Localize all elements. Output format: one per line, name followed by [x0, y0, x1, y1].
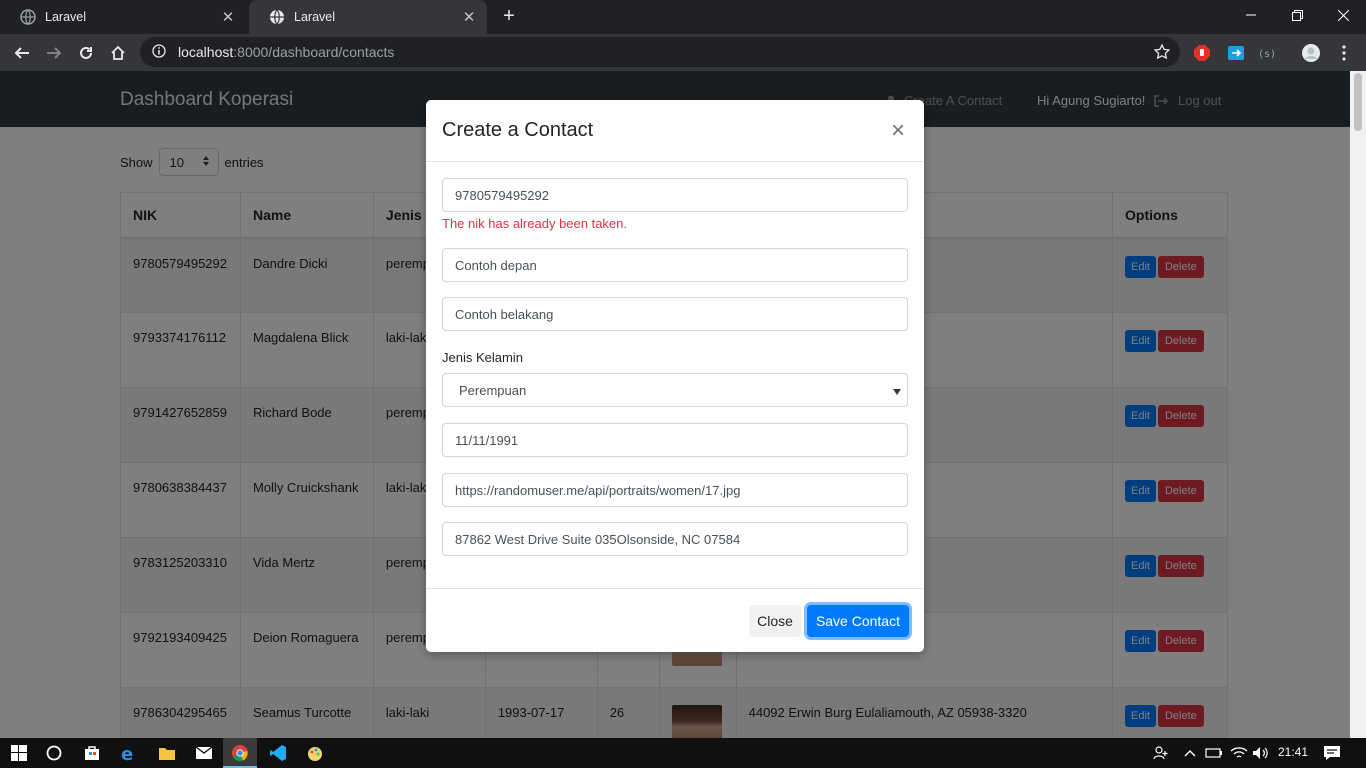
star-icon[interactable] [1153, 43, 1171, 63]
modal-header: Create a Contact × [426, 100, 924, 162]
browser-toolbar: localhost:8000/dashboard/contacts (s) [0, 34, 1366, 71]
chrome-icon[interactable] [230, 743, 250, 763]
birthdate-field[interactable]: 11/11/1991 [442, 423, 908, 457]
first-name-field[interactable]: Contoh depan [442, 248, 908, 282]
modal-title: Create a Contact [442, 119, 594, 141]
new-tab-button[interactable]: + [498, 5, 520, 29]
gender-label: Jenis Kelamin [442, 350, 523, 365]
info-icon[interactable] [152, 43, 166, 61]
people-icon[interactable] [1151, 743, 1171, 763]
extension-icon[interactable]: (s) [1256, 43, 1276, 63]
url-path: :8000/dashboard/contacts [233, 44, 395, 60]
paint-icon[interactable] [305, 743, 325, 763]
page-scrollbar[interactable] [1350, 71, 1366, 738]
close-window-icon[interactable] [1320, 0, 1366, 30]
tab-title: Laravel [294, 10, 335, 24]
minimize-icon[interactable] [1228, 0, 1274, 30]
tab-title: Laravel [45, 10, 86, 24]
translate-icon[interactable] [1226, 43, 1246, 63]
system-clock[interactable]: 21:41 [1278, 745, 1308, 759]
modal-footer: Close Save Contact [426, 588, 924, 652]
battery-icon[interactable] [1204, 743, 1224, 763]
close-tab-icon[interactable]: ✕ [220, 8, 236, 26]
forward-icon[interactable] [43, 42, 65, 64]
url-text: localhost:8000/dashboard/contacts [178, 44, 394, 60]
browser-tab-1[interactable]: Laravel ✕ [0, 0, 246, 34]
mail-icon[interactable] [194, 743, 214, 763]
wifi-icon[interactable] [1229, 743, 1249, 763]
reload-icon[interactable] [75, 42, 97, 64]
action-center-icon[interactable] [1322, 743, 1342, 763]
nik-field[interactable]: 9780579495292 [442, 178, 908, 212]
save-contact-button[interactable]: Save Contact [806, 604, 909, 637]
store-icon[interactable] [82, 743, 102, 763]
back-icon[interactable] [11, 42, 33, 64]
address-bar[interactable]: localhost:8000/dashboard/contacts [140, 37, 1180, 67]
menu-dots-icon[interactable] [1334, 43, 1354, 63]
globe-icon [269, 9, 285, 25]
home-icon[interactable] [107, 42, 129, 64]
browser-tabstrip: Laravel ✕ Laravel ✕ + [0, 0, 1366, 34]
close-icon[interactable]: × [888, 118, 908, 142]
gender-selected-value: Perempuan [459, 382, 527, 398]
volume-icon[interactable] [1251, 743, 1271, 763]
modal-body: 9780579495292 The nik has already been t… [426, 162, 924, 556]
url-host: localhost [178, 44, 234, 60]
globe-icon [20, 9, 36, 25]
nik-error-message: The nik has already been taken. [442, 216, 628, 231]
address-field[interactable]: 87862 West Drive Suite 035Olsonside, NC … [442, 522, 908, 556]
cortana-icon[interactable] [44, 743, 64, 763]
svg-text:e: e [121, 744, 133, 762]
windows-taskbar: e 21:41 [0, 738, 1366, 768]
photo-url-field[interactable]: https://randomuser.me/api/portraits/wome… [442, 473, 908, 507]
gender-select[interactable]: Perempuan [442, 373, 908, 407]
svg-text:(s): (s) [1258, 49, 1275, 60]
vscode-icon[interactable] [268, 743, 288, 763]
caret-down-icon [893, 383, 901, 398]
file-explorer-icon[interactable] [157, 743, 177, 763]
chevron-up-icon[interactable] [1180, 743, 1200, 763]
scrollbar-thumb[interactable] [1354, 73, 1362, 131]
last-name-field[interactable]: Contoh belakang [442, 297, 908, 331]
create-contact-modal: Create a Contact × 9780579495292 The nik… [426, 100, 924, 652]
close-tab-icon[interactable]: ✕ [461, 8, 477, 26]
windows-start-icon[interactable] [9, 743, 29, 763]
edge-icon[interactable]: e [119, 743, 139, 763]
browser-tab-2[interactable]: Laravel ✕ [249, 0, 487, 34]
close-button[interactable]: Close [749, 604, 801, 637]
adblock-icon[interactable] [1192, 43, 1212, 63]
restore-icon[interactable] [1274, 0, 1320, 30]
profile-avatar-icon[interactable] [1301, 43, 1321, 63]
page-content: Dashboard Koperasi Create A Contact Hi A… [0, 71, 1350, 738]
